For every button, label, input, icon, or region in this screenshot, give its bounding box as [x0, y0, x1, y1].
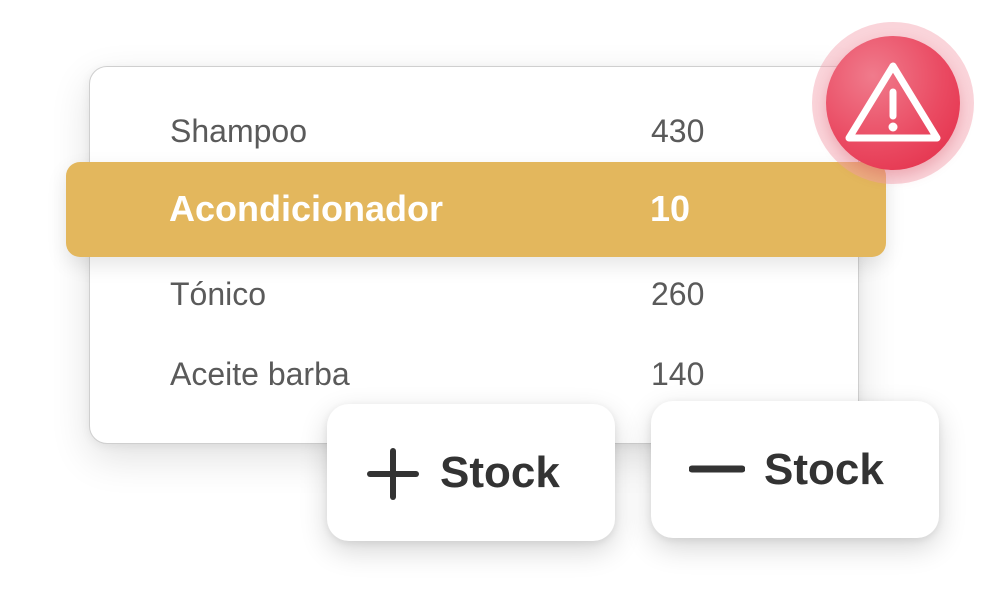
add-stock-label: Stock: [440, 448, 560, 497]
stock-widget: Shampoo 430 Tónico 260 Aceite barba 140 …: [0, 0, 1000, 603]
item-qty: 260: [651, 275, 705, 312]
add-stock-button[interactable]: Stock: [327, 404, 615, 541]
item-name: Acondicionador: [169, 188, 444, 229]
plus-icon: [367, 448, 419, 500]
item-name: Shampoo: [170, 112, 307, 149]
item-qty: 430: [651, 112, 705, 149]
item-name: Aceite barba: [170, 355, 350, 392]
low-stock-alert-badge[interactable]: [826, 36, 960, 170]
item-name: Tónico: [170, 275, 267, 312]
item-qty: 10: [650, 188, 691, 229]
inventory-row-low-stock[interactable]: Acondicionador 10: [66, 162, 886, 257]
minus-icon: [689, 465, 745, 473]
item-qty: 140: [651, 355, 705, 392]
warning-triangle-icon: [845, 62, 941, 142]
remove-stock-label: Stock: [764, 445, 884, 494]
remove-stock-button[interactable]: Stock: [651, 401, 939, 538]
